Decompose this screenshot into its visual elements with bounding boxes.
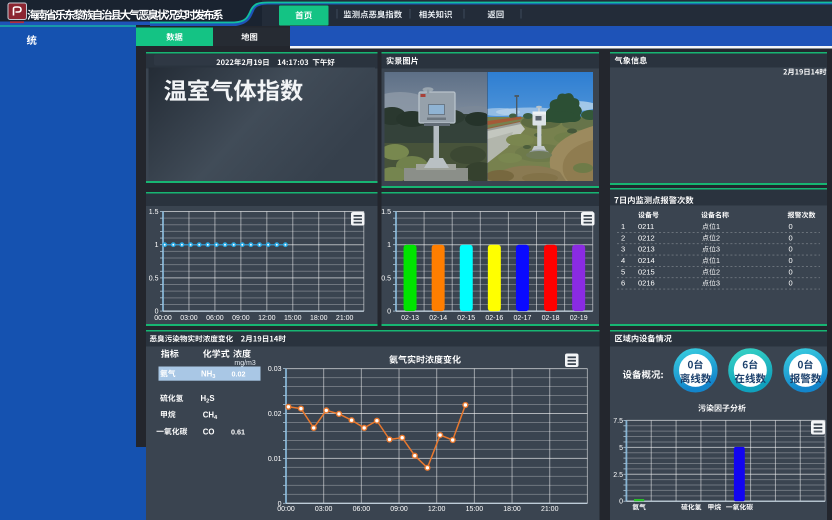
svg-text:0211: 0211 [638,222,654,231]
svg-text:0214: 0214 [638,256,655,265]
svg-text:0: 0 [789,233,793,242]
svg-text:1: 1 [387,242,391,249]
svg-text:09:00: 09:00 [390,506,408,513]
svg-text:0.5: 0.5 [149,275,159,282]
svg-text:2.5: 2.5 [613,472,623,479]
svg-text:1.5: 1.5 [381,209,391,216]
svg-text:0212: 0212 [638,233,655,242]
svg-text:2: 2 [621,233,625,242]
svg-text:3: 3 [621,245,625,254]
svg-text:1: 1 [716,222,720,231]
svg-text:00:00: 00:00 [154,315,172,322]
svg-text:0: 0 [387,309,391,316]
svg-text:21:00: 21:00 [541,506,559,513]
svg-text:1: 1 [716,256,720,265]
svg-text:3: 3 [716,279,720,288]
svg-text:06:00: 06:00 [353,506,371,513]
svg-text:5: 5 [619,445,623,452]
svg-text:03:00: 03:00 [315,506,333,513]
svg-text:02-18: 02-18 [542,315,560,322]
svg-text:03:00: 03:00 [180,315,198,322]
svg-text:02-16: 02-16 [485,315,503,322]
svg-text:00:00: 00:00 [277,506,295,513]
svg-text:12:00: 12:00 [258,315,276,322]
svg-text:0: 0 [789,222,793,231]
svg-text:1: 1 [621,222,625,231]
svg-text:02-19: 02-19 [570,315,588,322]
svg-text:0.5: 0.5 [381,275,391,282]
svg-text:21:00: 21:00 [336,315,354,322]
svg-text:0.01: 0.01 [268,456,282,463]
svg-text:15:00: 15:00 [284,315,302,322]
svg-text:0.61: 0.61 [231,427,245,436]
svg-text:12:00: 12:00 [428,506,446,513]
svg-text:CO: CO [203,427,215,436]
svg-text:1: 1 [155,242,159,249]
svg-text:1.5: 1.5 [149,209,159,216]
svg-text:5: 5 [621,267,625,276]
svg-text:3: 3 [716,245,720,254]
svg-text:4: 4 [621,256,625,265]
svg-text:02-15: 02-15 [457,315,475,322]
svg-text:09:00: 09:00 [232,315,250,322]
svg-text:0: 0 [789,267,793,276]
svg-text:0213: 0213 [638,245,655,254]
svg-text:06:00: 06:00 [206,315,224,322]
svg-text:0215: 0215 [638,267,655,276]
svg-text:18:00: 18:00 [503,506,521,513]
svg-text:mg/m3: mg/m3 [234,360,256,367]
svg-text:6: 6 [621,279,625,288]
svg-text:2: 2 [716,267,720,276]
svg-text:02-14: 02-14 [429,315,447,322]
svg-text:0: 0 [789,245,793,254]
svg-text:0: 0 [619,499,623,506]
svg-text:0.03: 0.03 [268,366,282,373]
svg-text:18:00: 18:00 [310,315,328,322]
svg-text:7.5: 7.5 [613,418,623,425]
svg-text:02-13: 02-13 [401,315,419,322]
svg-text:02-17: 02-17 [513,315,531,322]
svg-text:15:00: 15:00 [466,506,484,513]
svg-text:0.02: 0.02 [268,411,282,418]
svg-text:2: 2 [716,233,720,242]
svg-text:0.02: 0.02 [232,369,246,378]
svg-text:0216: 0216 [638,279,655,288]
svg-text:0: 0 [789,279,793,288]
svg-text:0: 0 [789,256,793,265]
